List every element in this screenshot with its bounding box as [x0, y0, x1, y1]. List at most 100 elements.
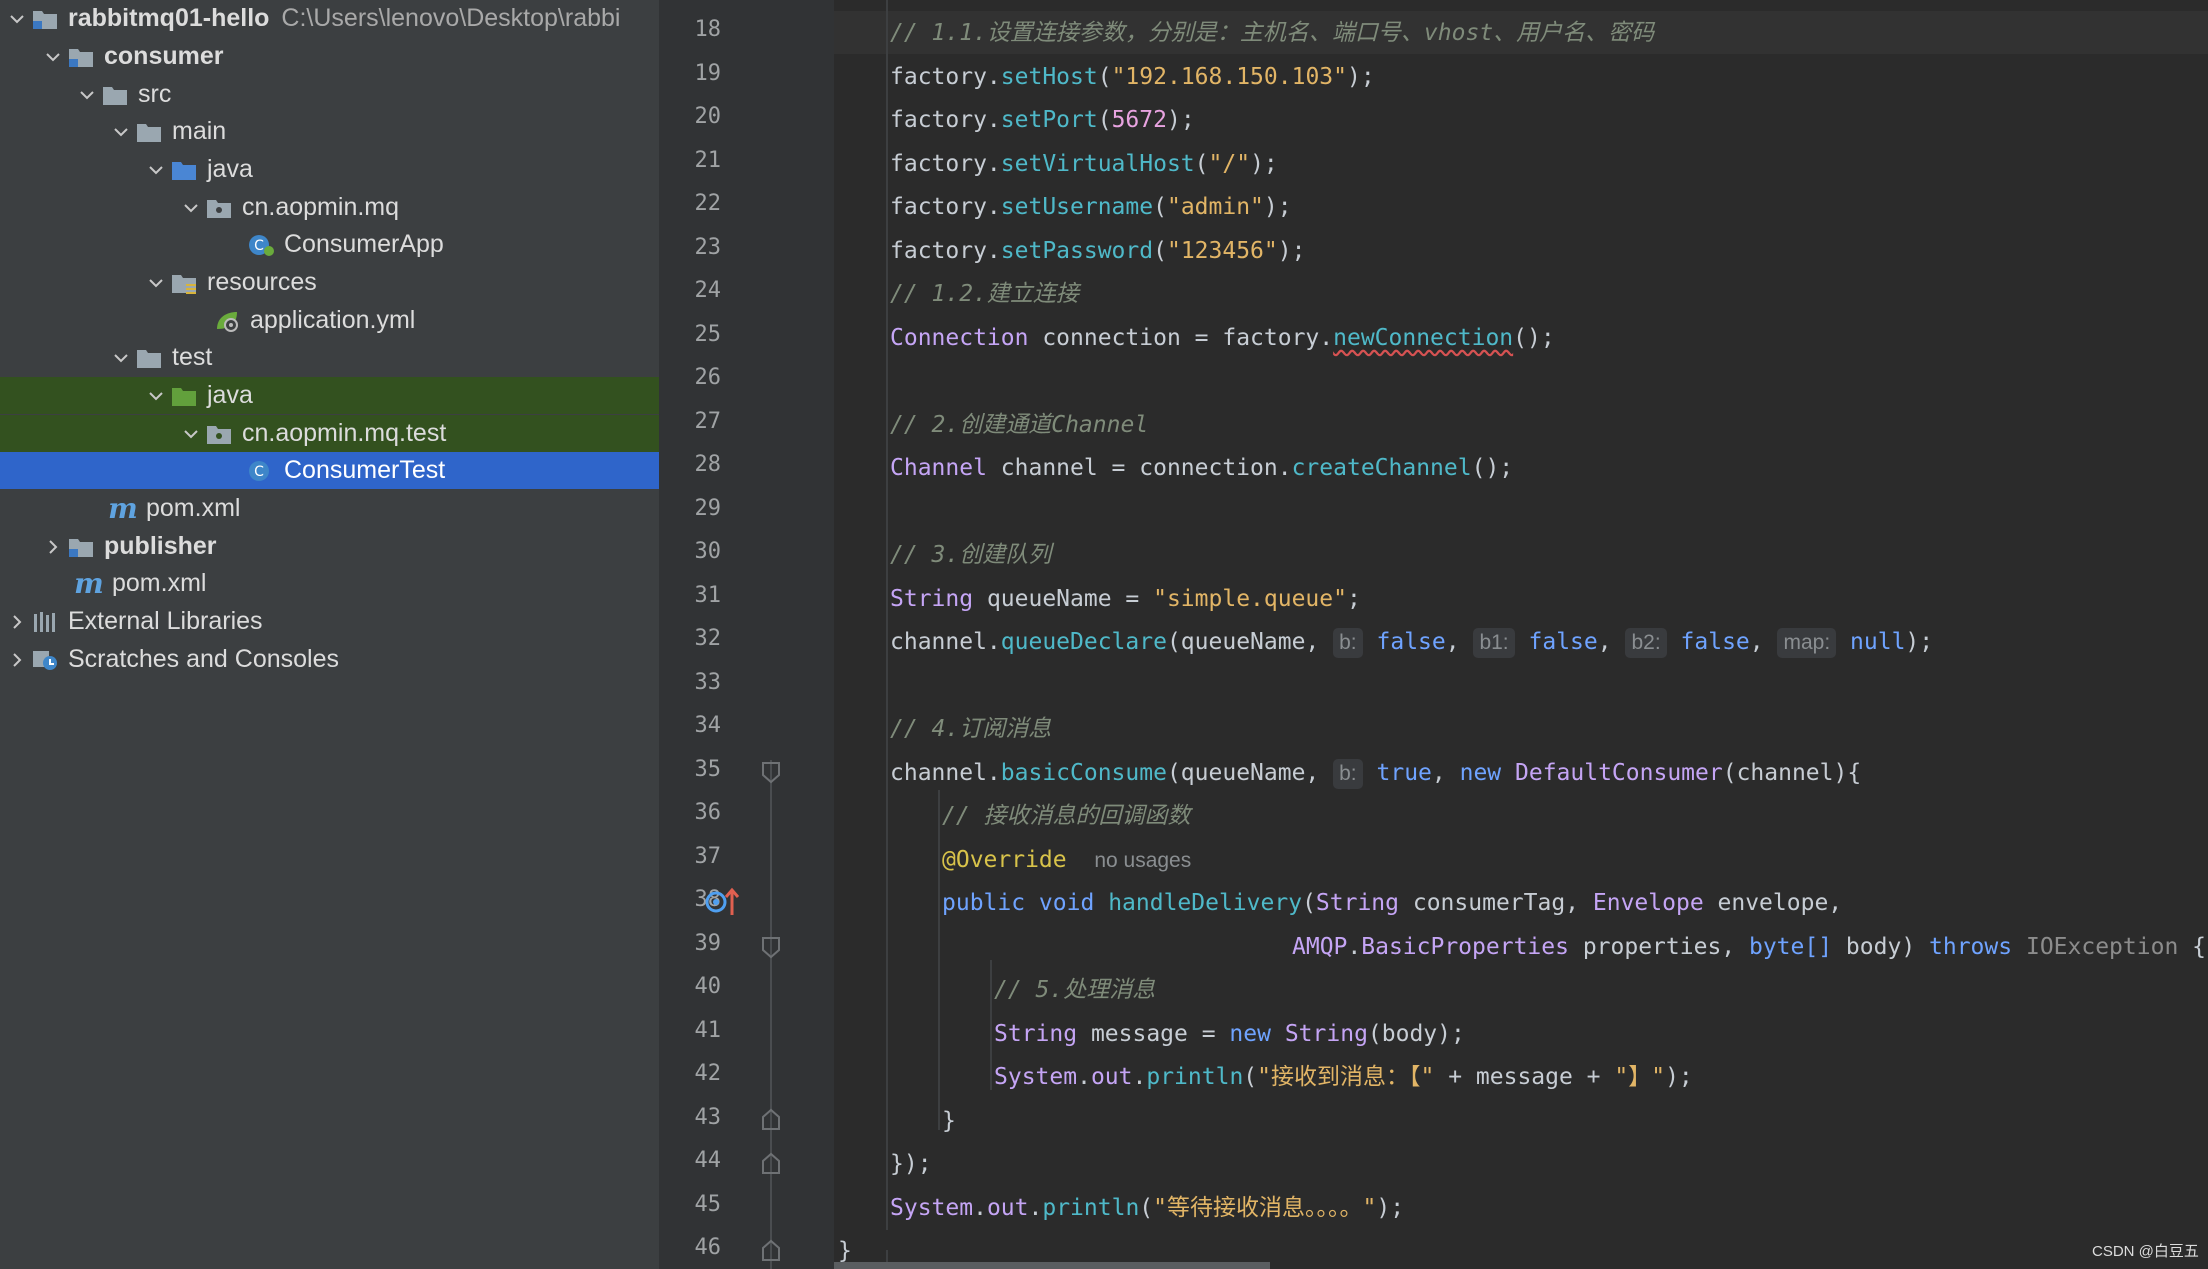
line-number: 21 [694, 147, 722, 173]
chevron-down-icon[interactable] [143, 270, 169, 296]
chevron-down-icon[interactable] [178, 195, 204, 221]
tree-item-pom-consumer[interactable]: m pom.xml [0, 490, 659, 527]
tree-item-consumer-test[interactable]: C ConsumerTest [0, 452, 659, 489]
tree-item-main[interactable]: main [0, 113, 659, 150]
tree-label: main [172, 117, 227, 145]
code-line-37: @Override no usages [942, 847, 1192, 873]
tree-label: ConsumerApp [284, 230, 444, 258]
tree-label: pom.xml [112, 569, 207, 597]
tree-label: resources [207, 268, 317, 296]
chevron-down-icon[interactable] [108, 119, 134, 145]
tree-item-test[interactable]: test [0, 339, 659, 376]
chevron-down-icon[interactable] [143, 383, 169, 409]
tree-label: pom.xml [146, 494, 241, 522]
tree-item-publisher[interactable]: publisher [0, 528, 659, 565]
line-number: 25 [694, 321, 722, 347]
code-line-42: System.out.println("接收到消息：【" + message +… [994, 1064, 1693, 1090]
tree-item-consumer[interactable]: consumer [0, 38, 659, 75]
tree-item-scratches[interactable]: Scratches and Consoles [0, 641, 659, 678]
tree-item-external-libraries[interactable]: External Libraries [0, 603, 659, 640]
tree-item-project-root[interactable]: rabbitmq01-hello C:\Users\lenovo\Desktop… [0, 0, 659, 37]
tree-item-consumer-app[interactable]: C ConsumerApp [0, 226, 659, 263]
project-path: C:\Users\lenovo\Desktop\rabbi [281, 4, 621, 32]
tree-item-java-main[interactable]: java [0, 151, 659, 188]
code-line-43: } [942, 1108, 956, 1134]
chevron-down-icon[interactable] [40, 44, 66, 70]
tree-item-java-test[interactable]: java [0, 377, 659, 414]
tree-label: Scratches and Consoles [68, 645, 339, 673]
maven-icon: m [74, 567, 104, 600]
spring-boot-class-icon: C [246, 232, 276, 258]
source-folder-icon [169, 157, 199, 183]
tree-item-pom-root[interactable]: m pom.xml [0, 565, 659, 602]
line-number: 22 [694, 191, 722, 216]
scratches-icon [30, 647, 60, 673]
code-line-23: factory.setPassword("123456"); [890, 238, 1306, 264]
tree-item-package-test[interactable]: cn.aopmin.mq.test [0, 415, 659, 452]
chevron-right-icon[interactable] [40, 534, 66, 560]
line-number: 27 [694, 408, 722, 434]
code-line-24: // 1.2.建立连接 [890, 281, 1079, 307]
tree-item-application-yml[interactable]: application.yml [0, 302, 659, 339]
indent-guide [886, 0, 888, 1230]
code-line-44: }); [890, 1151, 932, 1177]
line-number: 43 [694, 1104, 722, 1130]
code-line-25: Connection connection = factory.newConne… [890, 325, 1555, 351]
fold-guide [770, 760, 772, 1269]
fold-marker-icon[interactable] [760, 761, 782, 785]
fold-end-icon[interactable] [760, 1238, 782, 1262]
horizontal-scrollbar[interactable] [834, 1262, 1270, 1269]
tree-label: ConsumerTest [284, 456, 446, 484]
fold-marker-icon[interactable] [760, 936, 782, 960]
spring-config-icon [212, 308, 242, 334]
code-line-45: System.out.println("等待接收消息。。。。"); [890, 1195, 1405, 1221]
fold-end-icon[interactable] [760, 1107, 782, 1131]
line-number: 19 [694, 60, 722, 86]
code-line-22: factory.setUsername("admin"); [890, 194, 1292, 220]
line-number: 20 [694, 104, 722, 129]
test-folder-icon [169, 383, 199, 409]
fold-end-icon[interactable] [760, 1151, 782, 1175]
param-hint: b1: [1473, 628, 1515, 658]
tree-label: consumer [104, 42, 224, 70]
line-number: 33 [694, 669, 722, 695]
tree-item-package-main[interactable]: cn.aopmin.mq [0, 189, 659, 226]
line-number: 44 [694, 1148, 722, 1173]
line-number: 34 [694, 713, 722, 738]
line-number: 31 [694, 582, 722, 608]
code-line-20: factory.setPort(5672); [890, 107, 1195, 133]
usage-hint[interactable]: no usages [1094, 849, 1191, 872]
code-line-27: // 2.创建通道Channel [890, 412, 1149, 438]
code-line-31: String queueName = "simple.queue"; [890, 586, 1361, 612]
tree-label: java [207, 155, 253, 183]
line-number: 26 [694, 365, 722, 390]
code-line-32: channel.queueDeclare(queueName, b: false… [890, 626, 1933, 658]
tree-item-src[interactable]: src [0, 76, 659, 113]
chevron-right-icon[interactable] [4, 609, 30, 635]
module-folder-icon [30, 6, 60, 32]
class-icon: C [246, 458, 276, 484]
line-number: 41 [694, 1017, 722, 1043]
line-number: 18 [694, 17, 722, 42]
code-line-28: Channel channel = connection.createChann… [890, 455, 1514, 481]
tree-item-resources[interactable]: resources [0, 264, 659, 301]
chevron-right-icon[interactable] [4, 647, 30, 673]
code-line-36: // 接收消息的回调函数 [942, 803, 1191, 829]
line-number: 37 [694, 843, 722, 869]
code-editor[interactable]: // 1.1.设置连接参数，分别是：主机名、端口号、vhost、用户名、密码 f… [834, 0, 2208, 1269]
tree-label: java [207, 381, 253, 409]
line-number: 40 [694, 974, 722, 999]
line-number: 23 [694, 234, 722, 260]
maven-icon: m [108, 492, 138, 525]
chevron-down-icon[interactable] [143, 157, 169, 183]
line-number: 30 [694, 539, 722, 564]
code-line-41: String message = new String(body); [994, 1021, 1465, 1047]
tree-label: rabbitmq01-hello [68, 4, 270, 32]
tree-label: test [172, 343, 213, 371]
chevron-down-icon[interactable] [74, 82, 100, 108]
chevron-down-icon[interactable] [4, 6, 30, 32]
override-method-icon[interactable] [703, 885, 739, 919]
chevron-down-icon[interactable] [108, 345, 134, 371]
package-icon [204, 195, 234, 221]
chevron-down-icon[interactable] [178, 421, 204, 447]
